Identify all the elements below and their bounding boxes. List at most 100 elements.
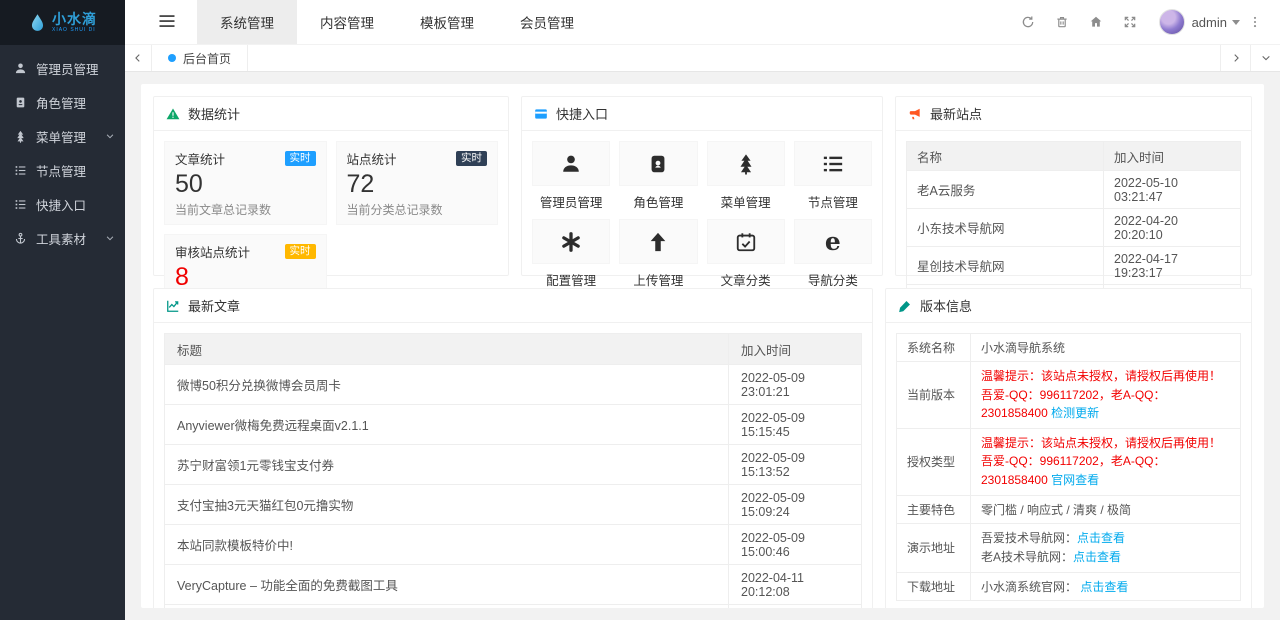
quick-entry-upload[interactable]: 上传管理 xyxy=(619,219,698,289)
card-latest-articles: 最新文章 标题 加入时间 微博50积分兑换微博会员周卡 2022-05-09 23… xyxy=(153,288,873,608)
table-row[interactable]: 从零开始实战学大厂数据分析2022-04-11 16:06:05 xyxy=(164,604,862,608)
quick-entry-menu[interactable]: 菜单管理 xyxy=(706,141,785,211)
demo-site-name: 老A技术导航网： xyxy=(981,549,1074,564)
logo-title: 小水滴 xyxy=(52,11,97,27)
content-area: 数据统计 文章统计 实时 50 当前文章总记录数 站点统计 实时 72 当前分类… xyxy=(125,72,1280,620)
table-row[interactable]: Anyviewer微梅免费远程桌面v2.1.1 2022-05-09 15:15:… xyxy=(164,404,862,445)
quick-entry-label: 文章分类 xyxy=(720,274,771,288)
nav-tab-member[interactable]: 会员管理 xyxy=(497,0,597,44)
trash-icon[interactable] xyxy=(1045,0,1079,45)
quick-entry-label: 角色管理 xyxy=(633,196,684,210)
card-title: 最新文章 xyxy=(188,299,241,314)
quick-entry-article-category[interactable]: 文章分类 xyxy=(706,219,785,289)
features-value: 零门槛 / 响应式 / 清爽 / 极简 xyxy=(970,494,1241,524)
megaphone-icon xyxy=(908,107,922,121)
system-name-value: 小水滴导航系统 xyxy=(970,333,1241,362)
sidebar-item-label: 快捷入口 xyxy=(36,198,87,213)
article-title: Anyviewer微梅免费远程桌面v2.1.1 xyxy=(164,404,729,445)
stat-value: 50 xyxy=(175,170,203,198)
tab-home[interactable]: 后台首页 xyxy=(151,45,249,71)
quick-entry-admin[interactable]: 管理员管理 xyxy=(532,141,611,211)
sidebar-item-admin-manage[interactable]: 管理员管理 xyxy=(0,51,125,85)
card-title: 最新站点 xyxy=(930,107,983,122)
sidebar-item-tool-material[interactable]: 工具素材 xyxy=(0,221,125,255)
site-time: 2022-04-20 20:20:10 xyxy=(1103,208,1241,247)
nav-tab-system[interactable]: 系统管理 xyxy=(197,0,297,44)
quick-entry-label: 节点管理 xyxy=(807,196,858,210)
quick-entry-role[interactable]: 角色管理 xyxy=(619,141,698,211)
table-row[interactable]: 小东技术导航网 2022-04-20 20:20:10 xyxy=(906,208,1241,247)
site-name: 小东技术导航网 xyxy=(906,208,1104,247)
nav-tab-content[interactable]: 内容管理 xyxy=(297,0,397,44)
home-icon[interactable] xyxy=(1079,0,1113,45)
demo-link[interactable]: 点击查看 xyxy=(1077,531,1125,545)
download-site-name: 小水滴系统官网： xyxy=(981,579,1078,594)
table-row[interactable]: 老A云服务 2022-05-10 03:21:47 xyxy=(906,170,1241,209)
check-update-link[interactable]: 检测更新 xyxy=(1051,406,1099,420)
sidebar-item-menu-manage[interactable]: 菜单管理 xyxy=(0,119,125,153)
username: admin xyxy=(1191,14,1227,30)
user-icon xyxy=(14,62,27,75)
water-drop-logo-icon xyxy=(28,13,47,32)
stat-caption: 当前文章总记录数 xyxy=(175,203,272,217)
tab-scroll-right-icon[interactable] xyxy=(1220,45,1250,71)
sidebar-item-role-manage[interactable]: 角色管理 xyxy=(0,85,125,119)
user-icon xyxy=(560,153,582,175)
article-title: 支付宝抽3元天猫红包0元撸实物 xyxy=(164,484,729,525)
card-header: 最新站点 xyxy=(896,97,1251,131)
user-avatar[interactable] xyxy=(1158,9,1185,35)
sidebar-item-label: 角色管理 xyxy=(36,96,87,111)
version-row-label: 演示地址 xyxy=(896,522,971,573)
version-row-label: 当前版本 xyxy=(896,361,971,429)
more-vertical-icon[interactable] xyxy=(1240,0,1270,45)
edge-e-icon: e xyxy=(824,227,841,256)
table-row[interactable]: 星创技术导航网 2022-04-17 19:23:17 xyxy=(906,246,1241,285)
refresh-icon[interactable] xyxy=(1011,0,1045,45)
nav-tab-template[interactable]: 模板管理 xyxy=(397,0,497,44)
list-icon xyxy=(822,153,844,175)
quick-entry-nav-category[interactable]: e 导航分类 xyxy=(793,219,872,289)
status-badge: 实时 xyxy=(284,151,316,166)
card-title: 版本信息 xyxy=(920,299,973,314)
download-link[interactable]: 点击查看 xyxy=(1080,580,1128,594)
line-chart-icon xyxy=(166,299,180,313)
table-row[interactable]: 苏宁财富领1元零钱宝支付券 2022-05-09 15:13:52 xyxy=(164,444,862,485)
article-time: 2022-05-09 15:00:46 xyxy=(728,524,862,565)
id-badge-icon xyxy=(647,153,669,175)
table-row[interactable]: 本站同款模板特价中! 2022-05-09 15:00:46 xyxy=(164,524,862,565)
top-navbar: 系统管理 内容管理 模板管理 会员管理 admin xyxy=(125,0,1280,45)
sidebar-item-label: 菜单管理 xyxy=(36,130,87,145)
demo-link[interactable]: 点击查看 xyxy=(1073,550,1121,564)
official-site-link[interactable]: 官网查看 xyxy=(1051,473,1099,487)
chevron-down-icon xyxy=(105,131,115,141)
table-row[interactable]: 支付宝抽3元天猫红包0元撸实物 2022-05-09 15:09:24 xyxy=(164,484,862,525)
list-icon xyxy=(14,164,27,177)
table-row[interactable]: 微博50积分兑换微博会员周卡 2022-05-09 23:01:21 xyxy=(164,364,862,405)
table-row[interactable]: VeryCapture – 功能全面的免费截图工具 2022-04-11 20:1… xyxy=(164,564,862,605)
stat-article-count: 文章统计 实时 50 当前文章总记录数 xyxy=(164,141,327,225)
sidebar-item-quick-entry[interactable]: 快捷入口 xyxy=(0,187,125,221)
quick-entry-node[interactable]: 节点管理 xyxy=(793,141,872,211)
license-warning-text: 温馨提示：该站点未授权，请授权后再使用！吾爱-QQ：996117202，老A-Q… xyxy=(981,435,1222,487)
id-badge-icon xyxy=(14,96,27,109)
dashboard-panel: 数据统计 文章统计 实时 50 当前文章总记录数 站点统计 实时 72 当前分类… xyxy=(141,84,1264,608)
fullscreen-icon[interactable] xyxy=(1113,0,1147,45)
article-time: 2022-05-09 15:09:24 xyxy=(728,484,862,525)
hamburger-menu-icon[interactable] xyxy=(157,11,177,34)
logo[interactable]: 小水滴 XIAO SHUI DI xyxy=(0,0,125,45)
card-header: 最新文章 xyxy=(154,289,872,323)
tab-options-chevron-icon[interactable] xyxy=(1250,45,1280,71)
quick-entry-config[interactable]: 配置管理 xyxy=(532,219,611,289)
article-time: 2022-04-11 20:12:08 xyxy=(728,564,862,605)
card-title: 快捷入口 xyxy=(556,107,609,122)
sidebar-item-label: 管理员管理 xyxy=(36,62,99,77)
table-row: 主要特色 零门槛 / 响应式 / 清爽 / 极简 xyxy=(896,494,1241,524)
quick-entry-label: 菜单管理 xyxy=(720,196,771,210)
column-header-time: 加入时间 xyxy=(728,333,862,365)
sidebar-item-node-manage[interactable]: 节点管理 xyxy=(0,153,125,187)
site-name: 老A云服务 xyxy=(906,170,1104,209)
user-dropdown[interactable]: admin xyxy=(1192,15,1240,30)
article-title: VeryCapture – 功能全面的免费截图工具 xyxy=(164,564,729,605)
tab-scroll-left-icon[interactable] xyxy=(125,45,151,71)
card-title: 数据统计 xyxy=(188,107,241,122)
